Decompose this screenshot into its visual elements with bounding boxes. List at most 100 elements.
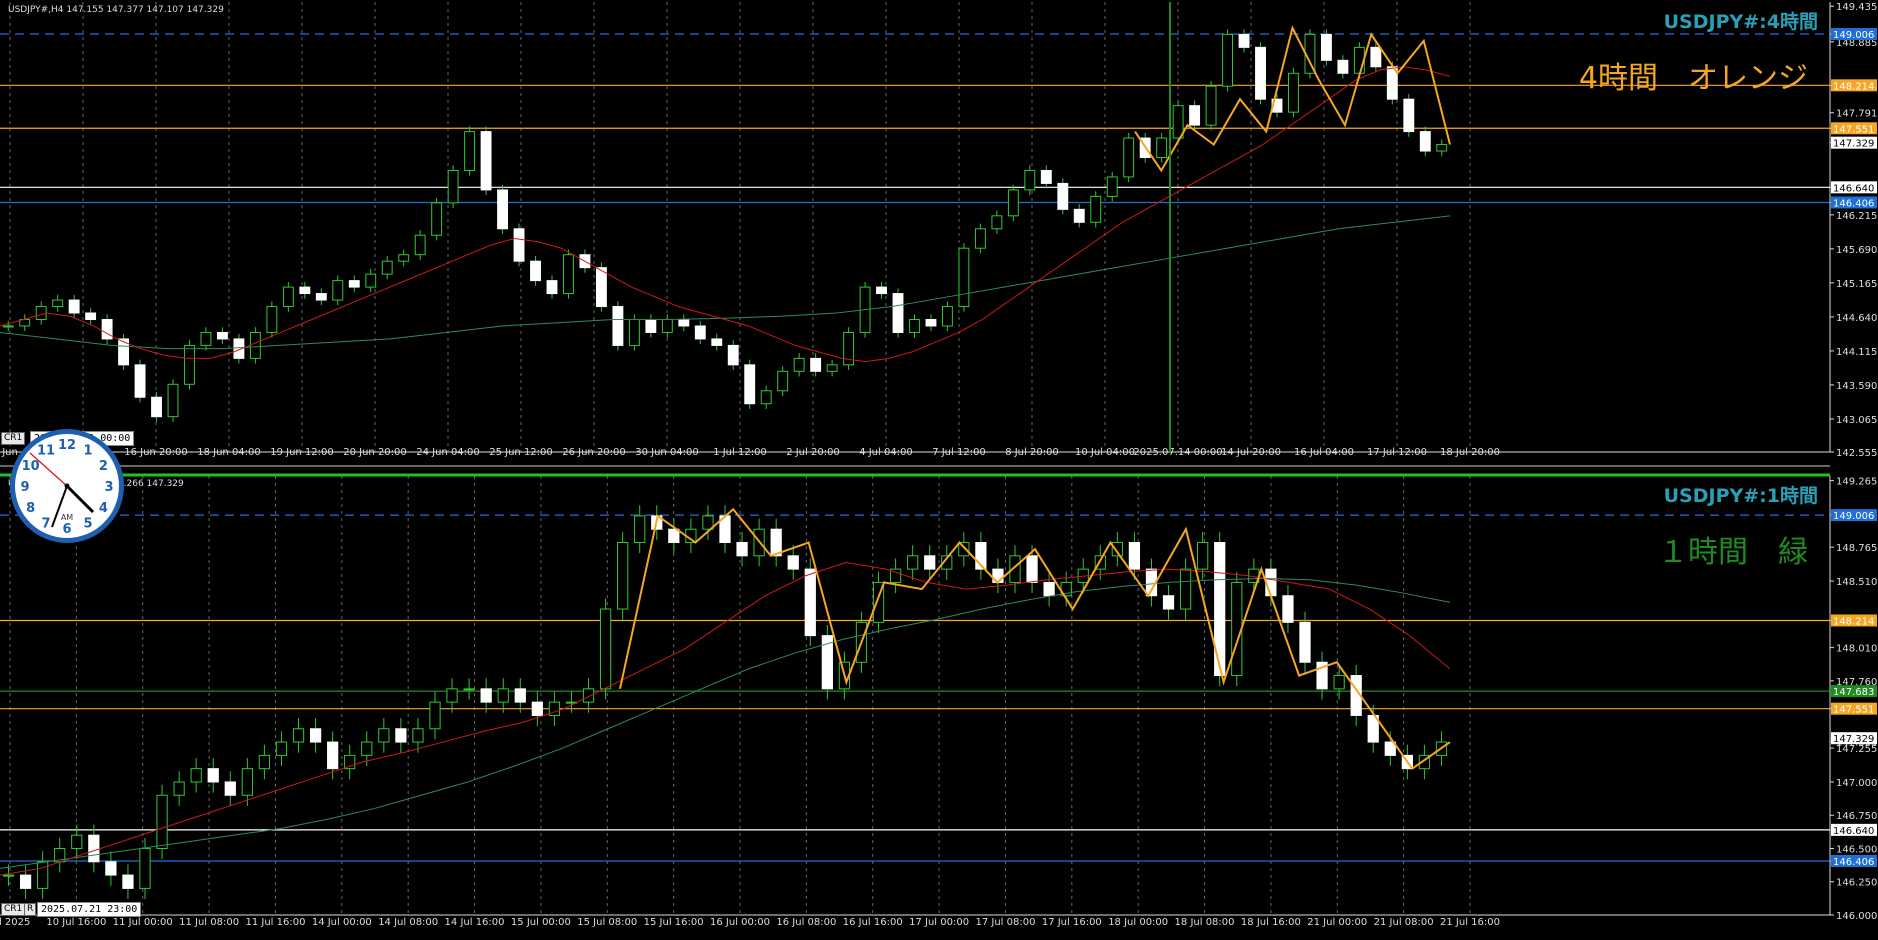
- candle-body: [217, 331, 228, 340]
- candle-body: [299, 286, 311, 295]
- candle-body: [1337, 59, 1349, 74]
- candle-body: [531, 701, 543, 716]
- y-tick-label: 147.255: [1836, 744, 1877, 755]
- clock-number-4: 4: [99, 501, 108, 516]
- candle-body: [1282, 595, 1294, 623]
- x-tick-label: Jul 2025: [0, 917, 30, 928]
- x-tick-label: 8 Jul 20:00: [1005, 447, 1059, 458]
- x-tick-label: 21 Jul 08:00: [1374, 917, 1434, 928]
- x-tick-label: 10 Jul 16:00: [46, 917, 106, 928]
- x-tick-label: 20 Jun 20:00: [343, 447, 407, 458]
- candle-body: [661, 318, 673, 333]
- level-badge-label: 147.551: [1833, 124, 1874, 135]
- candle-body: [925, 318, 937, 327]
- x-tick-label: 14 Jul 00:00: [312, 917, 372, 928]
- candle-body: [909, 318, 920, 333]
- candle-body: [530, 260, 541, 282]
- candle-body: [1057, 182, 1069, 210]
- cr-badge-bottom[interactable]: CR1: [1, 903, 26, 916]
- y-tick-label: 148.010: [1836, 644, 1877, 655]
- candle-body: [924, 555, 936, 570]
- clock-number-10: 10: [22, 459, 40, 474]
- x-tick-label: 15 Jul 16:00: [644, 917, 704, 928]
- candle-body: [19, 874, 32, 889]
- clock-number-9: 9: [20, 480, 29, 495]
- current-price-label: 147.329: [1833, 734, 1874, 745]
- candle-body: [52, 299, 64, 308]
- candle-body: [1026, 555, 1038, 583]
- candle-body: [1222, 33, 1234, 87]
- candle-body: [68, 299, 80, 314]
- x-tick-label: 21 Jul 00:00: [1307, 917, 1367, 928]
- candle-body: [85, 312, 97, 320]
- candle-body: [378, 728, 390, 743]
- candle-body: [1299, 621, 1311, 663]
- candle-body: [892, 293, 904, 333]
- candle-body: [414, 234, 426, 256]
- candle-body: [760, 390, 772, 405]
- x-tick-label: 18 Jul 00:00: [1108, 917, 1168, 928]
- y-tick-label: 145.690: [1836, 245, 1877, 256]
- candle-body: [309, 728, 322, 743]
- candle-body: [381, 260, 393, 275]
- candle-body: [617, 542, 629, 610]
- candle-body: [1197, 542, 1209, 570]
- candle-body: [1179, 568, 1192, 610]
- x-tick-label: 18 Jul 20:00: [1440, 447, 1500, 458]
- candle-body: [447, 169, 459, 204]
- level-badge-label: 149.006: [1833, 511, 1874, 522]
- candle-body: [1043, 581, 1055, 597]
- clock-number-11: 11: [37, 444, 55, 459]
- panel-separator: [0, 464, 1878, 470]
- x-tick-label: 21 Jul 16:00: [1440, 917, 1500, 928]
- candle-body: [1333, 675, 1345, 690]
- level-badge-label: 149.006: [1833, 30, 1874, 41]
- chart-subtitle: １時間 緑: [1658, 535, 1808, 570]
- x-tick-label: 17 Jul 08:00: [975, 917, 1035, 928]
- candle-body: [348, 280, 360, 288]
- x-tick-label: 10 Jul 04:00: [1075, 447, 1135, 458]
- chart-canvas[interactable]: JunJun 12:0016 Jun 20:0018 Jun 04:0019 J…: [0, 0, 1878, 940]
- candle-body: [1162, 595, 1175, 610]
- y-tick-label: 148.510: [1836, 577, 1877, 588]
- candle-body: [122, 874, 134, 889]
- level-badge-label: 147.551: [1833, 705, 1874, 716]
- r-badge[interactable]: R: [24, 903, 37, 916]
- candle-body: [327, 741, 339, 770]
- candle-body: [292, 728, 305, 743]
- candle-body: [974, 228, 986, 249]
- x-tick-label: 25 Jun 12:00: [489, 447, 553, 458]
- candle-body: [582, 688, 595, 703]
- candle-body: [167, 383, 179, 418]
- level-badge-label: 147.683: [1833, 687, 1874, 698]
- y-tick-label: 144.115: [1836, 347, 1877, 358]
- candle-body: [173, 781, 185, 796]
- x-tick-label: 15 Jul 00:00: [511, 917, 571, 928]
- candle-body: [258, 754, 271, 770]
- level-badge-label: 146.406: [1833, 198, 1874, 209]
- candle-body: [736, 542, 748, 557]
- candle-body: [599, 608, 612, 690]
- x-tick-label: 17 Jul 16:00: [1042, 917, 1102, 928]
- clock-number-5: 5: [83, 516, 92, 531]
- candle-body: [395, 728, 407, 743]
- clock-number-7: 7: [41, 516, 50, 531]
- x-tick-label: 7 Jul 12:00: [932, 447, 986, 458]
- x-tick-label: 18 Jun 04:00: [197, 447, 261, 458]
- y-tick-label: 146.750: [1836, 811, 1877, 822]
- candle-body: [942, 306, 953, 327]
- candle-body: [249, 331, 261, 359]
- candle-body: [412, 728, 424, 743]
- clock-number-8: 8: [26, 501, 35, 516]
- candle-body: [200, 331, 212, 346]
- candle-body: [464, 131, 476, 171]
- candle-body: [241, 768, 253, 796]
- candle-body: [190, 768, 202, 783]
- candle-body: [2, 325, 14, 328]
- candle-body: [1265, 568, 1277, 597]
- candle-body: [266, 306, 278, 333]
- candle-body: [105, 861, 117, 876]
- y-tick-label: 147.791: [1836, 109, 1877, 120]
- clock-number-6: 6: [62, 522, 71, 537]
- candle-body: [446, 688, 458, 703]
